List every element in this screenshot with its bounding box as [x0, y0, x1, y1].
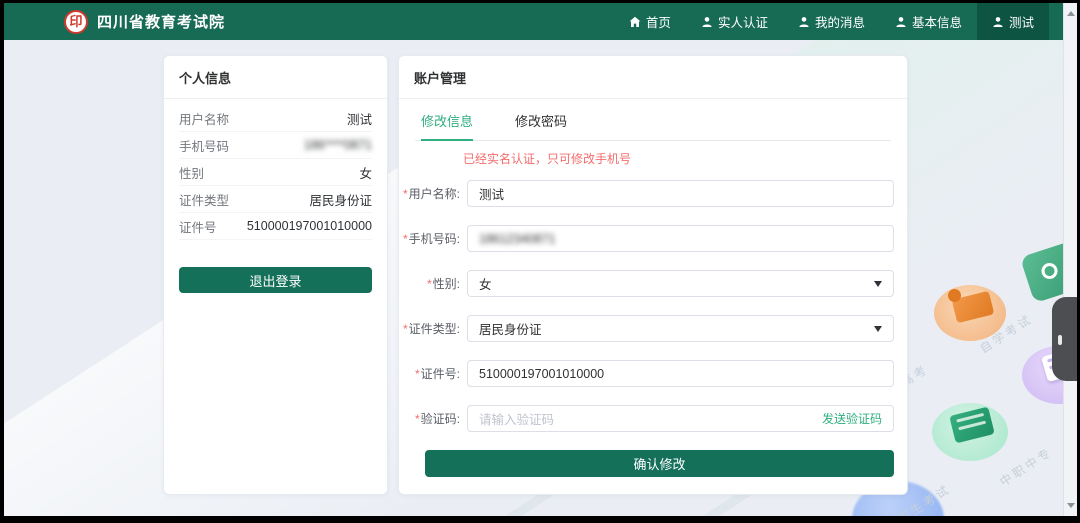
row-value: 女 — [359, 163, 372, 182]
info-row-id-number: 证件号 510000197001010000 — [179, 213, 372, 240]
user-icon — [992, 16, 1004, 28]
scroll-down-arrow-icon[interactable] — [1067, 503, 1075, 512]
chevron-down-icon — [874, 326, 882, 336]
user-icon — [895, 16, 907, 28]
user-icon — [701, 16, 713, 28]
page: 自学考试 成人高考 中职中专 招生考试 印 四川省教育考试院 首页 实人认证 — [4, 3, 1077, 516]
nav-label: 测试 — [1009, 12, 1034, 31]
info-row-username: 用户名称 测试 — [179, 105, 372, 132]
required-asterisk: * — [403, 187, 408, 201]
nav-item-home[interactable]: 首页 — [614, 3, 686, 40]
gender-value: 女 — [479, 274, 492, 293]
main-nav: 首页 实人认证 我的消息 基本信息 测试 — [614, 3, 1049, 40]
window-frame: 自学考试 成人高考 中职中专 招生考试 印 四川省教育考试院 首页 实人认证 — [0, 0, 1080, 523]
row-label: 手机号码 — [179, 136, 229, 155]
info-row-gender: 性别 女 — [179, 159, 372, 186]
watermark-text: 中职中专 — [996, 443, 1056, 490]
required-asterisk: * — [403, 232, 408, 246]
verification-code-input[interactable]: 请输入验证码 发送验证码 — [467, 405, 894, 432]
verification-code-placeholder: 请输入验证码 — [479, 409, 554, 428]
field-label: *证件号: — [399, 365, 467, 382]
field-label: *手机号码: — [399, 230, 467, 247]
row-value-redacted: 186****0871 — [304, 138, 372, 152]
chevron-down-icon — [874, 281, 882, 291]
nav-label: 我的消息 — [815, 12, 865, 31]
id-type-value: 居民身份证 — [479, 319, 542, 338]
row-label: 用户名称 — [179, 109, 229, 128]
nav-label: 首页 — [646, 12, 671, 31]
send-code-link[interactable]: 发送验证码 — [822, 410, 882, 427]
id-type-select[interactable]: 居民身份证 — [467, 315, 894, 342]
row-label: 证件号 — [179, 217, 217, 236]
form-row-id-type: *证件类型: 居民身份证 — [399, 315, 894, 342]
info-row-phone: 手机号码 186****0871 — [179, 132, 372, 159]
nav-label: 基本信息 — [912, 12, 962, 31]
tab-modify-info[interactable]: 修改信息 — [421, 111, 473, 141]
form-row-gender: *性别: 女 — [399, 270, 894, 297]
realname-verified-notice: 已经实名认证，只可修改手机号 — [463, 150, 907, 167]
form-row-username: *用户名称: 测试 — [399, 180, 894, 207]
phone-input[interactable]: 18612340871 — [467, 225, 894, 252]
form-row-phone: *手机号码: 18612340871 — [399, 225, 894, 252]
field-label: *证件类型: — [399, 320, 467, 337]
user-icon — [798, 16, 810, 28]
floating-widget-handle[interactable] — [1052, 297, 1077, 381]
row-value: 510000197001010000 — [247, 219, 372, 233]
nav-item-basic-info[interactable]: 基本信息 — [880, 3, 977, 40]
scroll-up-arrow-icon[interactable] — [1067, 7, 1075, 16]
row-label: 性别 — [179, 163, 204, 182]
field-label: *用户名称: — [399, 185, 467, 202]
row-value: 居民身份证 — [309, 190, 372, 209]
account-management-card: 账户管理 修改信息 修改密码 已经实名认证，只可修改手机号 *用户名称: 测试 … — [398, 55, 908, 495]
username-input[interactable]: 测试 — [467, 180, 894, 207]
row-value: 测试 — [347, 109, 372, 128]
personal-info-rows: 用户名称 测试 手机号码 186****0871 性别 女 证件类型 居民身份证… — [164, 99, 387, 240]
nav-label: 实人认证 — [718, 12, 768, 31]
info-row-id-type: 证件类型 居民身份证 — [179, 186, 372, 213]
phone-value-redacted: 18612340871 — [479, 232, 555, 246]
personal-info-card: 个人信息 用户名称 测试 手机号码 186****0871 性别 女 证件类型 … — [163, 55, 388, 495]
required-asterisk: * — [415, 412, 420, 426]
home-icon — [629, 16, 641, 28]
nav-item-real-person-auth[interactable]: 实人认证 — [686, 3, 783, 40]
nav-item-user-test[interactable]: 测试 — [977, 3, 1049, 40]
account-tabs: 修改信息 修改密码 — [415, 111, 891, 141]
confirm-modify-button[interactable]: 确认修改 — [425, 450, 894, 477]
logout-button[interactable]: 退出登录 — [179, 267, 372, 293]
form-row-verification-code: *验证码: 请输入验证码 发送验证码 — [399, 405, 894, 432]
vertical-scrollbar[interactable] — [1063, 3, 1077, 516]
required-asterisk: * — [427, 277, 432, 291]
modify-info-form: *用户名称: 测试 *手机号码: 18612340871 *性别: 女 — [399, 180, 907, 432]
username-value: 测试 — [479, 184, 504, 203]
form-row-id-number: *证件号: 510000197001010000 — [399, 360, 894, 387]
id-number-value: 510000197001010000 — [479, 367, 604, 381]
gender-select[interactable]: 女 — [467, 270, 894, 297]
top-navbar: 印 四川省教育考试院 首页 实人认证 我的消息 — [4, 3, 1063, 40]
row-label: 证件类型 — [179, 190, 229, 209]
tab-modify-password[interactable]: 修改密码 — [515, 111, 567, 140]
account-management-title: 账户管理 — [399, 56, 907, 99]
id-number-input[interactable]: 510000197001010000 — [467, 360, 894, 387]
required-asterisk: * — [415, 367, 420, 381]
field-label: *验证码: — [399, 410, 467, 427]
field-label: *性别: — [399, 275, 467, 292]
seal-logo-icon: 印 — [64, 10, 88, 34]
required-asterisk: * — [403, 322, 408, 336]
site-title: 四川省教育考试院 — [97, 11, 225, 32]
brand: 印 四川省教育考试院 — [64, 10, 225, 34]
nav-item-my-messages[interactable]: 我的消息 — [783, 3, 880, 40]
personal-info-title: 个人信息 — [164, 56, 387, 99]
vocational-exam-icon — [932, 403, 1008, 461]
